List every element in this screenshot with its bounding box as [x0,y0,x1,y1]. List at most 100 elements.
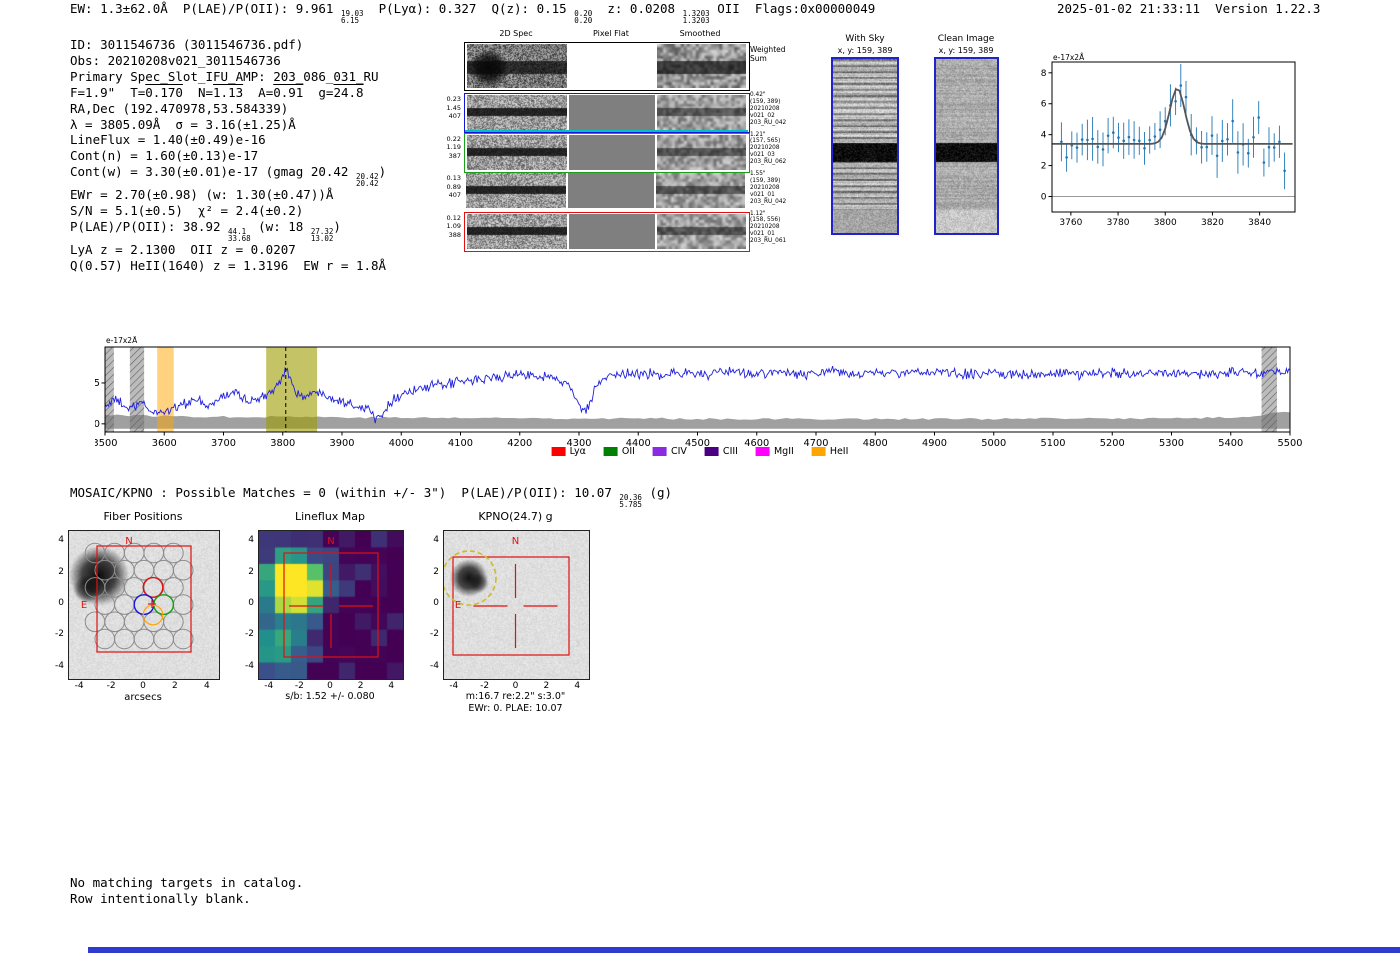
data-point [1200,146,1203,149]
cutout-left-stats: 0.13 0.89 407 [446,174,461,200]
x-tick-label: 2 [357,681,364,691]
cutout-image [657,134,746,170]
y-tick-label: 4 [433,535,439,546]
x-tick-label: 0 [140,681,146,691]
stacked-fraction: 20.36 5.785 [619,494,642,509]
overline-value: 24.8 [333,84,364,100]
data-point [1252,136,1255,139]
cutout-right-meta: 1.12" (158, 556) 20210208 v021_01 203_RU… [750,210,787,245]
x-tick-label: 0 [512,681,519,691]
units-annotation: e-17x2Å [106,336,138,345]
data-point [1086,138,1089,142]
cutout-image [467,44,567,88]
text-segment: Obs: 20210208v021_3011546736 [70,52,281,68]
info-line: Cont(n) = 1.60(±0.13)e-17 [70,148,386,164]
tick-label: 4800 [863,438,888,449]
tick-label: 5000 [981,438,1006,449]
data-point [1101,148,1105,151]
tick-label: 5300 [1159,438,1184,449]
data-point [1153,135,1157,138]
footer-notes: No matching targets in catalog. Row inte… [70,875,303,907]
text-segment: N= [182,84,214,100]
fiber-circle [163,611,184,633]
panel-xlabel: arcsecs [124,692,162,703]
cutout-exposure-row [464,211,750,252]
y-tick-label: 0 [58,598,64,608]
fiber-circle [84,577,106,598]
data-point [1132,138,1136,142]
fiber-circle [123,611,145,633]
mosaic-panel-title: KPNO(24.7) g [478,510,553,523]
tick-label: 5500 [1278,438,1303,449]
fraction-lower: 33.68 [228,234,251,244]
x-tick-label: 0 [327,681,333,691]
stacked-fraction: 27.32 13.02 [311,228,334,243]
tick-label: 3780 [1107,218,1130,228]
fiber-circle [94,559,116,581]
y-tick-label: 0 [433,598,439,608]
data-point [1127,135,1131,139]
selected-fiber-green [153,594,175,616]
report-version: Version 1.22.3 [1215,1,1321,16]
data-point [1060,140,1063,144]
tick-label: 3820 [1201,218,1224,228]
data-point [1065,156,1068,159]
compass-north: N [512,536,519,547]
fiber-circle [104,611,125,633]
tick-label: 5200 [1100,438,1125,449]
tick-label: 3600 [152,438,177,449]
panel-caption: EWr: 0. PLAE: 10.07 [468,703,563,714]
fiber-circle [104,577,125,598]
lineflux-map-panel: N [258,530,404,680]
aperture-circle [444,550,497,606]
clean-image [934,57,999,235]
footer-line: Row intentionally blank. [70,890,251,906]
units-annotation: e-17x2Å [1053,53,1085,62]
data-point [1215,154,1219,158]
legend-item: CIII [704,446,738,457]
tick-label: 3500 [95,438,117,449]
data-point [1091,137,1094,141]
y-tick-label: -2 [430,629,439,640]
fraction-lower: 1.3203 [682,16,710,25]
fiber-circle [163,577,184,598]
sky-panel-title: With Sky [845,34,885,44]
legend-swatch [551,447,566,456]
text-segment: S/N = 5.1(±0.5) χ² = 2.4(±0.2) [70,203,304,219]
panel-overlay: N [283,536,379,658]
tick-label: 6 [1041,100,1047,110]
text-segment: F=1.9" T= [70,84,146,100]
kpno-image-panel: NE [443,530,590,680]
x-tick-label: -2 [294,681,304,691]
x-tick-label: -2 [480,681,490,691]
text-segment: P(LAE)/P(OII): 38.92 [70,219,229,235]
data-point [1106,134,1110,137]
full-spectrum-chart: 3500 3600 3700 3800 3900 4000 4100 4200 4300 4400… [93,336,1307,462]
y-tick-label: 2 [433,566,439,577]
fiber-circle [94,594,116,615]
cutout-left-stats: 0.22 1.19 387 [446,134,461,160]
cutout-right-meta: 1.55" (159, 389) 20210208 v021_01 203_RU… [750,171,787,205]
text-segment: A= [243,84,274,100]
data-point [1283,169,1286,173]
data-point [1205,145,1209,149]
report-timestamp: 2025-01-02 21:33:11 [1057,1,1200,16]
data-point [1184,95,1188,99]
x-tick-label: -2 [106,681,116,691]
data-point [1278,140,1281,144]
legend-label: Lyα [569,446,586,457]
tick-label: 5 [95,378,100,389]
masked-region-hatch [105,347,114,432]
tick-label: 3800 [1154,218,1177,228]
cutout-image [657,95,746,130]
fiber-circle [133,559,155,581]
overline-value: 0.170 [145,84,183,100]
cutout-image [657,44,746,88]
text-segment: (w: 18 [250,219,311,235]
info-line: Q(0.57) HeII(1640) z = 1.3196 EW r = 1.8… [70,258,386,274]
data-point [1247,151,1250,155]
mosaic-panel-title: Lineflux Map [294,510,366,523]
legend-item: MgII [755,446,794,457]
data-point [1257,116,1260,119]
tick-label: 4000 [389,438,414,449]
